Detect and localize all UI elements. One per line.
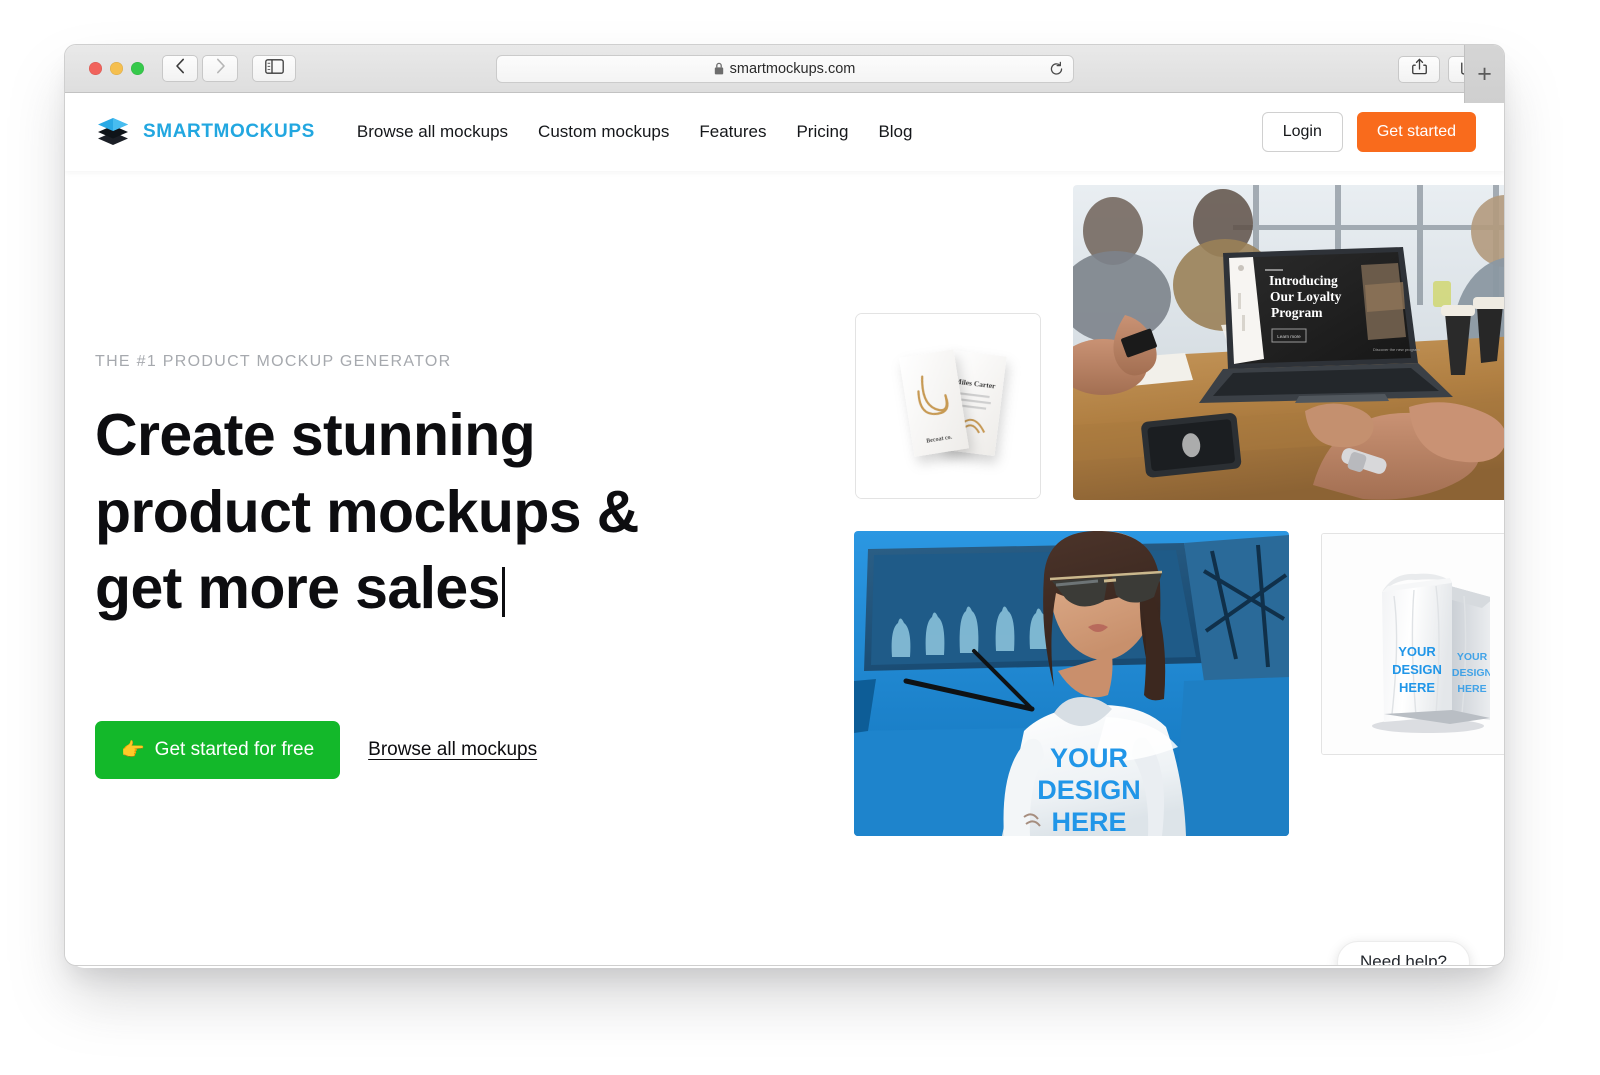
chevron-left-icon [175, 58, 186, 79]
headline-line-1: Create stunning [95, 402, 536, 468]
hero-copy: THE #1 PRODUCT MOCKUP GENERATOR Create s… [95, 353, 745, 780]
package-bag-mockup[interactable]: YOUR DESIGN HERE YOUR DESIGN HERE [1321, 533, 1504, 755]
stacked-layers-icon [95, 115, 131, 149]
svg-text:Discover the new program: Discover the new program [1373, 347, 1420, 352]
browser-toolbar: smartmockups.com + [65, 45, 1504, 103]
screenshot-canvas: smartmockups.com + SMARTMOCKUPS Browse a… [0, 0, 1600, 1075]
get-started-button[interactable]: Get started [1356, 112, 1476, 152]
tshirt-design-line-1: YOUR [1050, 743, 1128, 773]
laptop-screen-line-1: Introducing [1269, 273, 1338, 288]
tshirt-photo: YOUR DESIGN HERE [854, 531, 1289, 836]
hero-section: THE #1 PRODUCT MOCKUP GENERATOR Create s… [65, 171, 1504, 966]
headline-line-2: product mockups & [95, 478, 639, 545]
lock-icon [714, 62, 724, 75]
hero-mockup-grid: Miles Carter Becoat co. Introducing Our … [791, 171, 1504, 965]
address-bar[interactable]: smartmockups.com [495, 54, 1074, 83]
package-design-line-3: HERE [1399, 680, 1435, 695]
nav-item-pricing[interactable]: Pricing [796, 122, 848, 142]
new-tab-button[interactable]: + [1464, 45, 1504, 103]
package-side-line-2: DESIGN [1452, 667, 1492, 679]
package-side-line-3: HERE [1457, 683, 1486, 695]
laptop-screen-button: Learn more [1277, 334, 1301, 339]
browser-window: smartmockups.com + SMARTMOCKUPS Browse a… [64, 44, 1505, 966]
chevron-right-icon [215, 58, 226, 79]
zoom-window-button[interactable] [131, 62, 144, 75]
address-bar-container: smartmockups.com [495, 54, 1074, 83]
nav-item-features[interactable]: Features [699, 122, 766, 142]
package-side-line-1: YOUR [1457, 651, 1488, 663]
logo-text: SMARTMOCKUPS [143, 121, 315, 142]
laptop-screen-line-2: Our Loyalty [1270, 289, 1342, 304]
get-started-for-free-button[interactable]: 👉 Get started for free [95, 721, 341, 780]
headline-line-3: get more sales [95, 555, 500, 622]
address-bar-url: smartmockups.com [729, 60, 856, 77]
close-window-button[interactable] [89, 62, 102, 75]
tshirt-design-line-2: DESIGN [1037, 775, 1141, 805]
nav-item-blog[interactable]: Blog [878, 122, 912, 142]
hero-eyebrow: THE #1 PRODUCT MOCKUP GENERATOR [95, 353, 452, 370]
laptop-screen-line-3: Program [1271, 305, 1323, 320]
main-navigation: Browse all mockups Custom mockups Featur… [357, 122, 913, 142]
pointing-right-icon: 👉 [121, 740, 145, 762]
text-cursor [501, 567, 505, 618]
tshirt-mockup[interactable]: YOUR DESIGN HERE [854, 531, 1289, 836]
plus-icon: + [1477, 59, 1492, 88]
business-cards-illustration: Miles Carter Becoat co. [856, 314, 1040, 498]
login-button[interactable]: Login [1261, 112, 1343, 152]
need-help-label: Need help? [1360, 952, 1447, 966]
site-header: SMARTMOCKUPS Browse all mockups Custom m… [65, 93, 1504, 171]
sidebar-toggle-button[interactable] [252, 55, 296, 82]
minimize-window-button[interactable] [110, 62, 123, 75]
need-help-button[interactable]: Need help? [1337, 941, 1470, 966]
back-button[interactable] [162, 55, 198, 82]
logo[interactable]: SMARTMOCKUPS [95, 115, 315, 149]
share-button[interactable] [1398, 55, 1440, 83]
laptop-meeting-mockup[interactable]: Introducing Our Loyalty Program Learn mo… [1073, 185, 1504, 500]
hero-headline: Create stunning product mockups & get mo… [95, 397, 745, 627]
header-actions: Login Get started [1261, 112, 1476, 152]
get-started-for-free-label: Get started for free [154, 739, 315, 761]
window-controls [89, 62, 144, 75]
reload-icon[interactable] [1049, 61, 1064, 76]
package-design-line-2: DESIGN [1392, 662, 1442, 677]
nav-item-custom-mockups[interactable]: Custom mockups [538, 122, 669, 142]
forward-button[interactable] [202, 55, 238, 82]
sidebar-toggle-icon [264, 58, 284, 79]
package-design-line-1: YOUR [1398, 644, 1436, 659]
hero-cta-row: 👉 Get started for free Browse all mockup… [95, 721, 745, 780]
tshirt-design-line-3: HERE [1051, 807, 1126, 836]
business-cards-mockup[interactable]: Miles Carter Becoat co. [855, 313, 1041, 499]
laptop-meeting-photo: Introducing Our Loyalty Program Learn mo… [1073, 185, 1504, 500]
share-icon [1411, 58, 1427, 80]
package-bag-illustration: YOUR DESIGN HERE YOUR DESIGN HERE [1322, 534, 1504, 754]
browse-all-mockups-link[interactable]: Browse all mockups [368, 739, 537, 761]
nav-item-browse-all-mockups[interactable]: Browse all mockups [357, 122, 508, 142]
browser-navigation-group [162, 55, 238, 82]
